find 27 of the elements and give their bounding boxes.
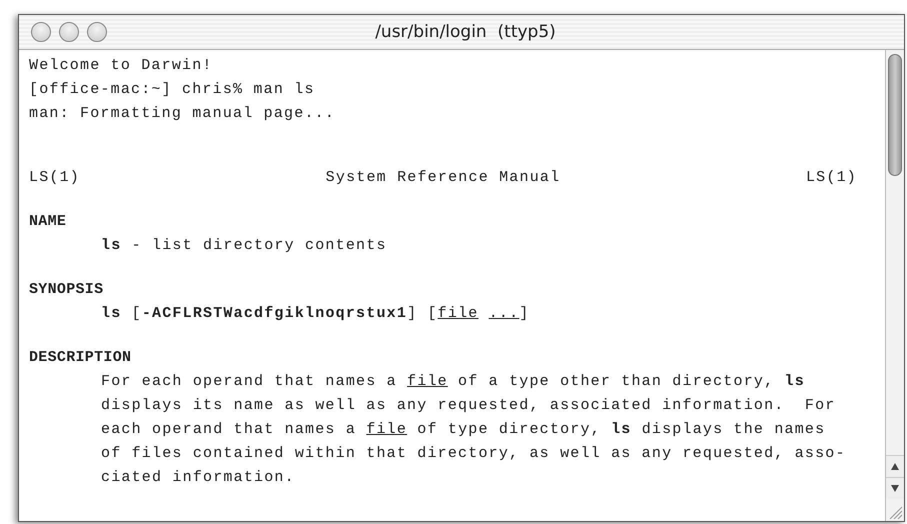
minimize-button[interactable] bbox=[59, 22, 79, 42]
page-header-left: LS(1) bbox=[29, 168, 80, 188]
window-title: /usr/bin/login (ttyp5) bbox=[374, 22, 557, 42]
terminal-line: For each operand that names a file of a type other than directory, ls bbox=[100, 372, 806, 392]
page-header-right: LS(1) bbox=[806, 168, 857, 188]
terminal-line: ls [-ACFLRSTWacdfgiklnoqrstux1] [file ...] bbox=[100, 304, 530, 324]
scrollbar[interactable] bbox=[885, 50, 904, 521]
resize-grip-icon[interactable] bbox=[888, 505, 902, 519]
down-arrow-icon bbox=[891, 485, 899, 492]
terminal-line: [office-mac:~] chris% man ls bbox=[29, 80, 316, 100]
scroll-thumb[interactable] bbox=[888, 54, 902, 176]
terminal-line: ciated information. bbox=[100, 468, 296, 488]
terminal-line: ls - list directory contents bbox=[100, 236, 388, 256]
section-heading: NAME bbox=[29, 212, 68, 232]
close-button[interactable] bbox=[31, 22, 51, 42]
section-heading: SYNOPSIS bbox=[29, 280, 104, 300]
scroll-down-button[interactable] bbox=[886, 477, 904, 499]
terminal-line: of files contained within that directory, as well as any requested, asso- bbox=[100, 444, 847, 464]
section-heading: DESCRIPTION bbox=[29, 348, 132, 368]
terminal-line: Welcome to Darwin! bbox=[29, 56, 214, 76]
up-arrow-icon bbox=[891, 463, 899, 470]
scroll-up-button[interactable] bbox=[886, 455, 904, 477]
zoom-button[interactable] bbox=[87, 22, 107, 42]
terminal-line: displays its name as well as any requested, associated information. For bbox=[100, 396, 837, 416]
terminal-line: each operand that names a file of type directory, ls displays the names bbox=[100, 420, 826, 440]
terminal-line: man: Formatting manual page... bbox=[29, 104, 336, 124]
page-header-title: System Reference Manual bbox=[326, 168, 560, 188]
